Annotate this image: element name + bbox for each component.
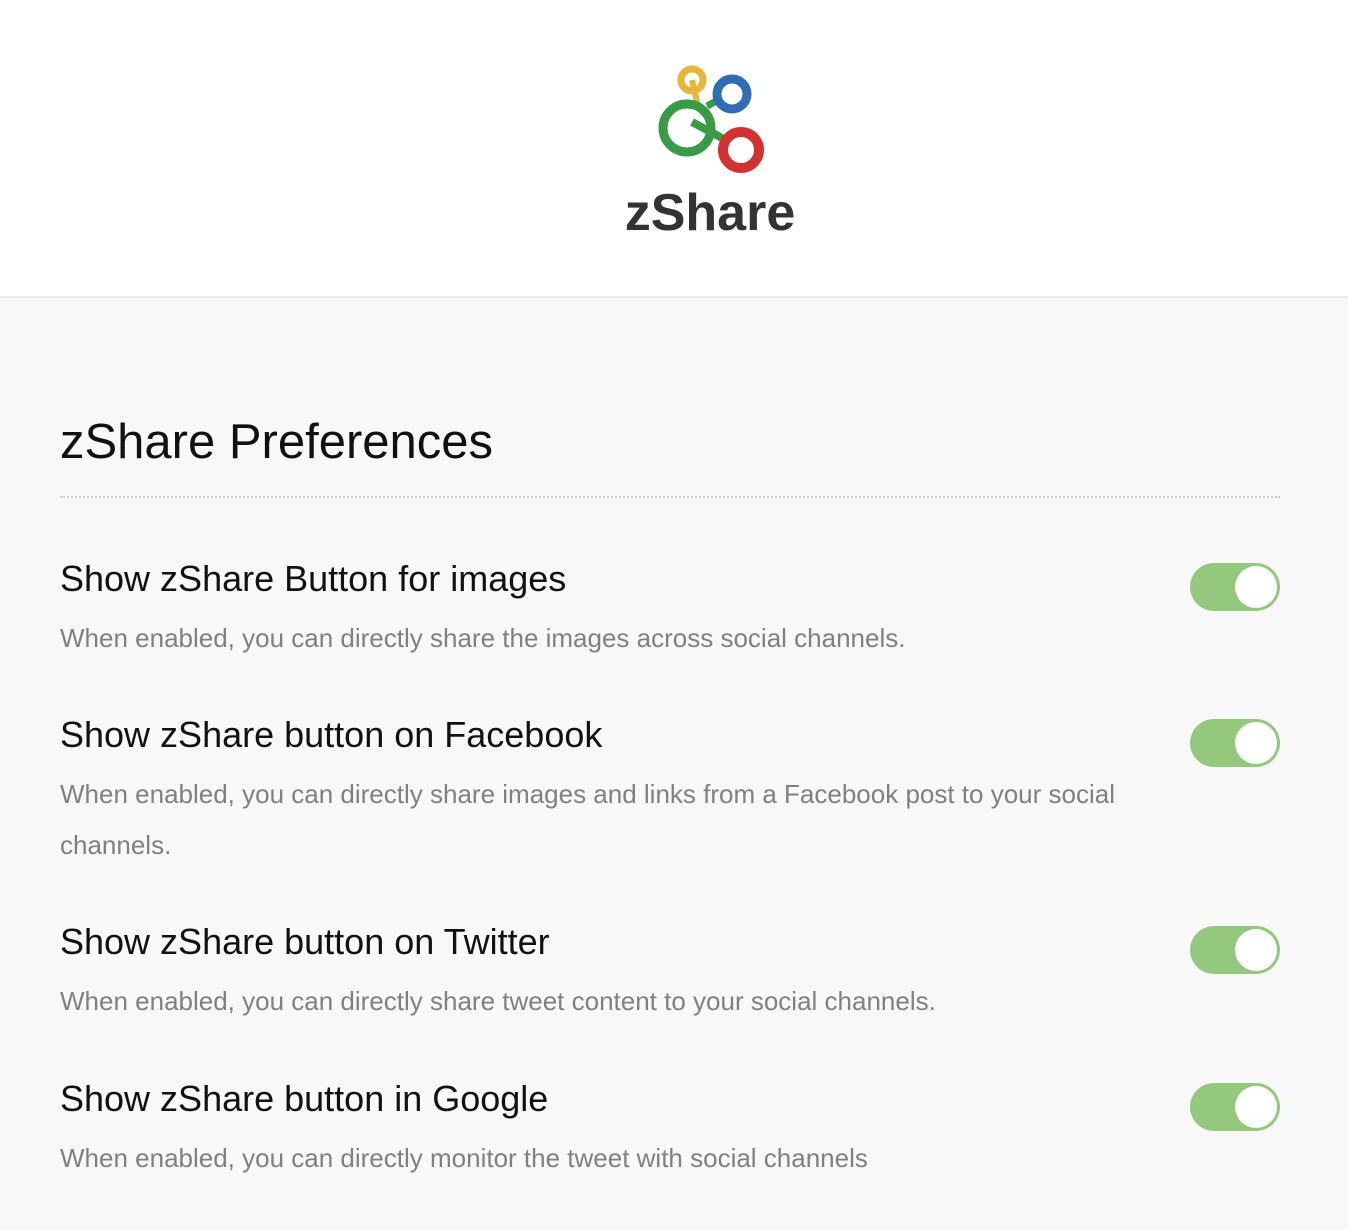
preference-title: Show zShare button on Twitter (60, 921, 550, 962)
images-toggle[interactable] (1190, 563, 1280, 611)
preference-title: Show zShare button on Facebook (60, 714, 603, 755)
google-toggle[interactable] (1190, 1083, 1280, 1131)
brand-name: zShare (624, 184, 796, 242)
preference-description: When enabled, you can directly share the… (60, 623, 906, 653)
facebook-toggle[interactable] (1190, 719, 1280, 767)
zshare-logo-icon (658, 65, 764, 173)
preference-title: Show zShare Button for images (60, 558, 567, 599)
preference-description: When enabled, you can directly share ima… (60, 779, 1115, 860)
toggle-knob (1235, 929, 1277, 971)
twitter-toggle[interactable] (1190, 926, 1280, 974)
toggle-knob (1235, 1086, 1277, 1128)
toggle-knob (1235, 722, 1277, 764)
page-title: zShare Preferences (60, 415, 494, 469)
preference-description: When enabled, you can directly monitor t… (60, 1143, 868, 1173)
preference-title: Show zShare button in Google (60, 1078, 549, 1119)
preference-description: When enabled, you can directly share twe… (60, 986, 936, 1016)
title-divider (60, 496, 1280, 498)
header: zShare (0, 0, 1348, 298)
toggle-knob (1235, 566, 1277, 608)
